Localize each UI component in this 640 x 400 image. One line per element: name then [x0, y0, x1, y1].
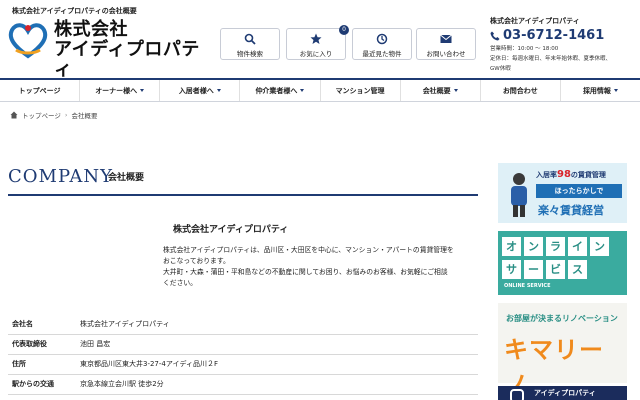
- property-search-button[interactable]: 物件検索: [220, 28, 280, 60]
- contact-label: お問い合わせ: [426, 50, 466, 58]
- page-heading: COMPANY 会社概要: [8, 166, 478, 196]
- banner-subtitle: ONLINE SERVICE: [504, 283, 551, 289]
- breadcrumb-separator: ›: [64, 111, 68, 119]
- phone-number: 03-6712-1461: [503, 28, 605, 43]
- mail-icon: [440, 34, 452, 43]
- table-key: 代表取締役: [8, 334, 78, 355]
- business-hours: 営業時間：10:00 ～ 18:00: [490, 46, 559, 52]
- contact-button[interactable]: お問い合わせ: [416, 28, 476, 60]
- logo-line1: 株式会社: [54, 19, 128, 40]
- banner-tagline: お部屋が決まるリノベーション: [506, 314, 618, 323]
- banner-title: 楽々賃貸経営: [538, 204, 604, 217]
- table-key: 住所: [8, 354, 78, 375]
- rental-management-banner[interactable]: 入居率98の賃貸管理 ほったらかしで 楽々賃貸経営: [498, 163, 627, 223]
- page-title: 会社概要: [108, 173, 145, 183]
- site-tagline: 株式会社アイディプロパティの会社概要: [12, 7, 137, 15]
- table-row: 代表取締役 池田 昌宏: [8, 334, 478, 355]
- holidays-cont: GW休暇: [490, 66, 511, 72]
- table-value: 京急本線立会川駅 徒歩2分: [78, 374, 478, 395]
- favorites-button[interactable]: お気に入り 0: [286, 25, 349, 60]
- holidays: 定休日：毎週水曜日、年末年始休暇、夏季休暇、: [490, 56, 612, 62]
- banner-title: アイディプロパティ: [534, 389, 596, 397]
- table-value: 池田 昌宏: [78, 334, 478, 355]
- chevron-down-icon: [216, 89, 221, 92]
- table-value: 株式会社アイディプロパティ: [78, 314, 478, 335]
- nav-company[interactable]: 会社概要: [401, 80, 481, 101]
- phone-number-link[interactable]: 03-6712-1461: [490, 28, 636, 43]
- table-row: 住所 東京都品川区東大井3-27-4アイディ品川２F: [8, 354, 478, 375]
- company-name-heading: 株式会社アイディプロパティ: [173, 225, 289, 235]
- breadcrumb: トップページ › 会社概要: [10, 110, 97, 120]
- nav-management[interactable]: マンション管理: [321, 80, 401, 101]
- banner-tagline: ほったらかしで: [536, 184, 622, 198]
- phone-icon: [490, 31, 500, 40]
- search-icon: [244, 33, 256, 45]
- table-row: 会社名 株式会社アイディプロパティ: [8, 314, 478, 335]
- contact-company: 株式会社アイディプロパティ: [490, 17, 580, 25]
- table-key: 駅からの交通: [8, 374, 78, 395]
- table-key: 会社名: [8, 314, 78, 335]
- company-info-table: 会社名 株式会社アイディプロパティ 代表取締役 池田 昌宏 住所 東京都品川区東…: [8, 314, 478, 395]
- nav-tenants[interactable]: 入居者様へ: [160, 80, 241, 101]
- global-nav: トップページ オーナー様へ 入居者様へ 仲介業者様へ マンション管理 会社概要 …: [0, 78, 640, 102]
- renovation-banner[interactable]: お部屋が決まるリノベーション キマリーノ: [498, 303, 627, 399]
- nav-agents[interactable]: 仲介業者様へ: [240, 80, 321, 101]
- chevron-down-icon: [140, 89, 145, 92]
- history-icon: [376, 33, 388, 45]
- person-illustration-icon: [511, 173, 527, 217]
- property-search-label: 物件検索: [237, 50, 263, 58]
- chevron-down-icon: [300, 89, 305, 92]
- contact-info: 株式会社アイディプロパティ 03-6712-1461 営業時間：10:00 ～ …: [490, 16, 636, 73]
- favorites-label: お気に入り: [299, 50, 333, 58]
- breadcrumb-current: 会社概要: [71, 112, 98, 120]
- home-icon: [10, 111, 18, 119]
- online-service-banner[interactable]: オ ン ラ イ ン サ ー ビ ス ONLINE SERVICE: [498, 231, 627, 295]
- breadcrumb-home[interactable]: トップページ: [22, 110, 61, 120]
- logo-mark-icon: [8, 23, 48, 59]
- page-title-en: COMPANY: [8, 166, 114, 187]
- chevron-down-icon: [453, 89, 458, 92]
- nav-owners[interactable]: オーナー様へ: [80, 80, 161, 101]
- nav-inquiry[interactable]: お問合わせ: [481, 80, 561, 101]
- recently-viewed-label: 最近見た物件: [362, 50, 402, 58]
- recently-viewed-button[interactable]: 最近見た物件: [352, 28, 412, 60]
- table-value: 東京都品川区東大井3-27-4アイディ品川２F: [78, 354, 478, 375]
- nav-top[interactable]: トップページ: [0, 80, 81, 101]
- company-intro: 株式会社アイディプロパティは、品川区・大田区を中心に、マンション・アパートの賃貸…: [163, 246, 454, 287]
- chevron-down-icon: [613, 89, 618, 92]
- company-logo[interactable]: 株式会社 アイディプロパティ: [6, 16, 206, 80]
- logo-line2: アイディプロパティ: [54, 39, 200, 80]
- favorites-count-badge: 0: [339, 25, 349, 35]
- nav-recruit[interactable]: 採用情報: [561, 80, 640, 101]
- table-row: 駅からの交通 京急本線立会川駅 徒歩2分: [8, 374, 478, 395]
- instagram-icon: [510, 389, 524, 400]
- instagram-banner[interactable]: アイディプロパティ: [498, 386, 627, 400]
- star-icon: [310, 33, 322, 44]
